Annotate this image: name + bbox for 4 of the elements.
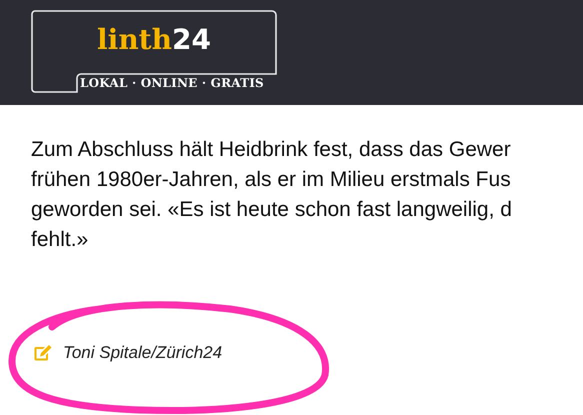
brand-name: linth24 [97, 24, 211, 56]
author-credit: Toni Spitale/Zürich24 [63, 343, 222, 363]
tagline: LOKAL · ONLINE · GRATIS [80, 76, 264, 90]
article-paragraph: Zum Abschluss hält Heidbrink fest, dass das Gewer frühen 1980er-Jahren, als er im Milieu erstmals Fus geworden sei. «Es ist heute schon fast langweilig, d fehlt.» [31, 137, 513, 253]
